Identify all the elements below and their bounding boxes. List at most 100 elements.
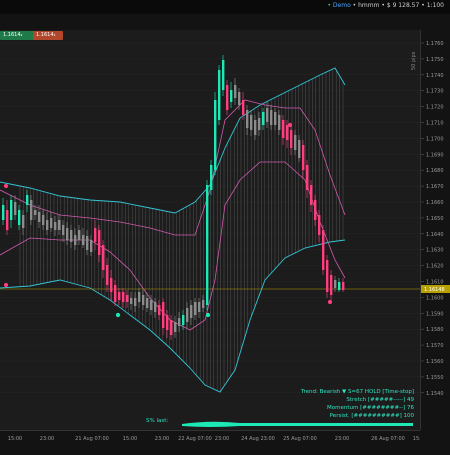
separator-dot: • bbox=[352, 2, 357, 9]
candle bbox=[194, 298, 197, 320]
price-tick-label: 1.1650 bbox=[426, 216, 444, 222]
account-balance: $ 9 128.57 bbox=[386, 2, 420, 9]
candle bbox=[10, 195, 13, 228]
time-tick-label: 22 Aug 07:00 bbox=[178, 436, 212, 442]
candle bbox=[78, 225, 81, 245]
candle bbox=[190, 300, 193, 325]
chart-area[interactable] bbox=[0, 30, 420, 430]
candle bbox=[66, 222, 69, 245]
price-tick-label: 1.1690 bbox=[426, 152, 444, 158]
candle bbox=[262, 108, 265, 130]
price-tick-label: 1.1750 bbox=[426, 57, 444, 63]
candle bbox=[294, 130, 297, 155]
candle bbox=[122, 288, 125, 308]
price-tick-label: 1.1730 bbox=[426, 89, 444, 95]
candle bbox=[274, 108, 277, 130]
candle bbox=[218, 65, 221, 125]
account-leverage: 1:100 bbox=[426, 2, 444, 9]
time-tick-label: 15:00 bbox=[413, 436, 420, 442]
candle bbox=[54, 216, 57, 236]
price-tick-label: 1.1700 bbox=[426, 136, 444, 142]
price-tick-label: 1.1590 bbox=[426, 311, 444, 317]
time-tick-label: 23:00 bbox=[155, 436, 169, 442]
candle bbox=[94, 220, 97, 250]
candle bbox=[70, 225, 73, 248]
account-info[interactable]: • Demo • hmmm • $ 9 128.57 • 1:100 bbox=[327, 2, 444, 9]
time-tick-label: 21 Aug 07:00 bbox=[75, 436, 109, 442]
current-price-badge: 1.16148 bbox=[421, 285, 450, 293]
candle bbox=[118, 288, 121, 305]
separator-dot: • bbox=[381, 2, 385, 9]
stretch-status: Stretch [#####-----] 49 bbox=[346, 397, 414, 403]
candle bbox=[214, 92, 217, 175]
candle bbox=[126, 290, 129, 308]
candle bbox=[230, 82, 233, 108]
price-tick-label: 1.1660 bbox=[426, 200, 444, 206]
chart-canvas[interactable] bbox=[0, 30, 420, 430]
s-percent-bar bbox=[182, 421, 413, 427]
candle bbox=[258, 112, 261, 136]
candle bbox=[138, 288, 141, 308]
price-tick-label: 1.1560 bbox=[426, 359, 444, 365]
candle bbox=[186, 302, 189, 328]
signal-dot bbox=[287, 122, 293, 128]
price-tick-label: 1.1670 bbox=[426, 184, 444, 190]
candle bbox=[334, 276, 337, 292]
candle bbox=[282, 115, 285, 145]
time-tick-label: 23:00 bbox=[40, 436, 54, 442]
candle bbox=[342, 278, 345, 292]
separator-dot: • bbox=[421, 2, 425, 9]
candle bbox=[210, 160, 213, 195]
candle bbox=[46, 212, 49, 235]
price-tick-label: 1.1600 bbox=[426, 295, 444, 301]
inner-band-lower bbox=[0, 161, 346, 331]
s-percent-label: S% last: bbox=[146, 418, 169, 424]
price-tick-label: 1.1540 bbox=[426, 391, 444, 397]
candle bbox=[326, 255, 329, 298]
momentum-status: Momentum [########--] 76 bbox=[327, 405, 414, 411]
time-axis[interactable]: 15:00 23:00 21 Aug 07:00 15:00 23:00 22 Aug 0… bbox=[0, 430, 427, 451]
price-tick-label: 1.1740 bbox=[426, 73, 444, 79]
price-tick-label: 1.1630 bbox=[426, 248, 444, 254]
price-tick-label: 1.1680 bbox=[426, 168, 444, 174]
current-price-label: 1.16148 bbox=[424, 287, 445, 293]
candle bbox=[170, 315, 173, 340]
price-tick-label: 1.1720 bbox=[426, 105, 444, 111]
candle bbox=[106, 258, 109, 292]
candle bbox=[50, 212, 53, 232]
candle bbox=[14, 195, 17, 220]
sell-position-chip[interactable]: 1.1614₂ bbox=[33, 31, 63, 40]
candle bbox=[286, 120, 289, 148]
candle bbox=[206, 180, 209, 310]
candle bbox=[82, 228, 85, 248]
candle bbox=[110, 270, 113, 300]
candle bbox=[254, 115, 257, 140]
candle bbox=[102, 240, 105, 278]
candle bbox=[310, 180, 313, 212]
candle bbox=[22, 210, 25, 235]
candle bbox=[246, 105, 249, 135]
candle bbox=[158, 300, 161, 320]
account-type: Demo bbox=[332, 2, 351, 9]
candle bbox=[298, 135, 301, 162]
price-tick-label: 1.1640 bbox=[426, 232, 444, 238]
band-hatch bbox=[19, 69, 344, 392]
price-tick-label: 1.1570 bbox=[426, 343, 444, 349]
price-axis-canvas: 1.1760 1.1750 1.1740 1.1730 1.1720 1.1710 1.17… bbox=[421, 41, 450, 397]
candle bbox=[26, 190, 29, 212]
candle bbox=[114, 280, 117, 306]
candle bbox=[134, 292, 137, 312]
candle bbox=[222, 55, 225, 96]
price-tick-label: 1.1550 bbox=[426, 375, 444, 381]
price-axis[interactable]: 1.1760 1.1750 1.1740 1.1730 1.1720 1.1710 1.17… bbox=[420, 30, 450, 430]
time-axis-canvas: 15:00 23:00 21 Aug 07:00 15:00 23:00 22 Aug 0… bbox=[8, 436, 427, 442]
candle bbox=[338, 278, 341, 292]
signal-dot bbox=[3, 282, 9, 288]
candle bbox=[318, 210, 321, 242]
connection-dot-icon: • bbox=[327, 2, 331, 9]
trend-status: Trend: Bearish ▼ S=67 HOLD [Time-stop] bbox=[300, 389, 414, 395]
time-tick-label: 15:00 bbox=[123, 436, 137, 442]
time-tick-label: 23:00 bbox=[215, 436, 229, 442]
candle bbox=[226, 80, 229, 115]
signal-dot bbox=[205, 312, 211, 318]
